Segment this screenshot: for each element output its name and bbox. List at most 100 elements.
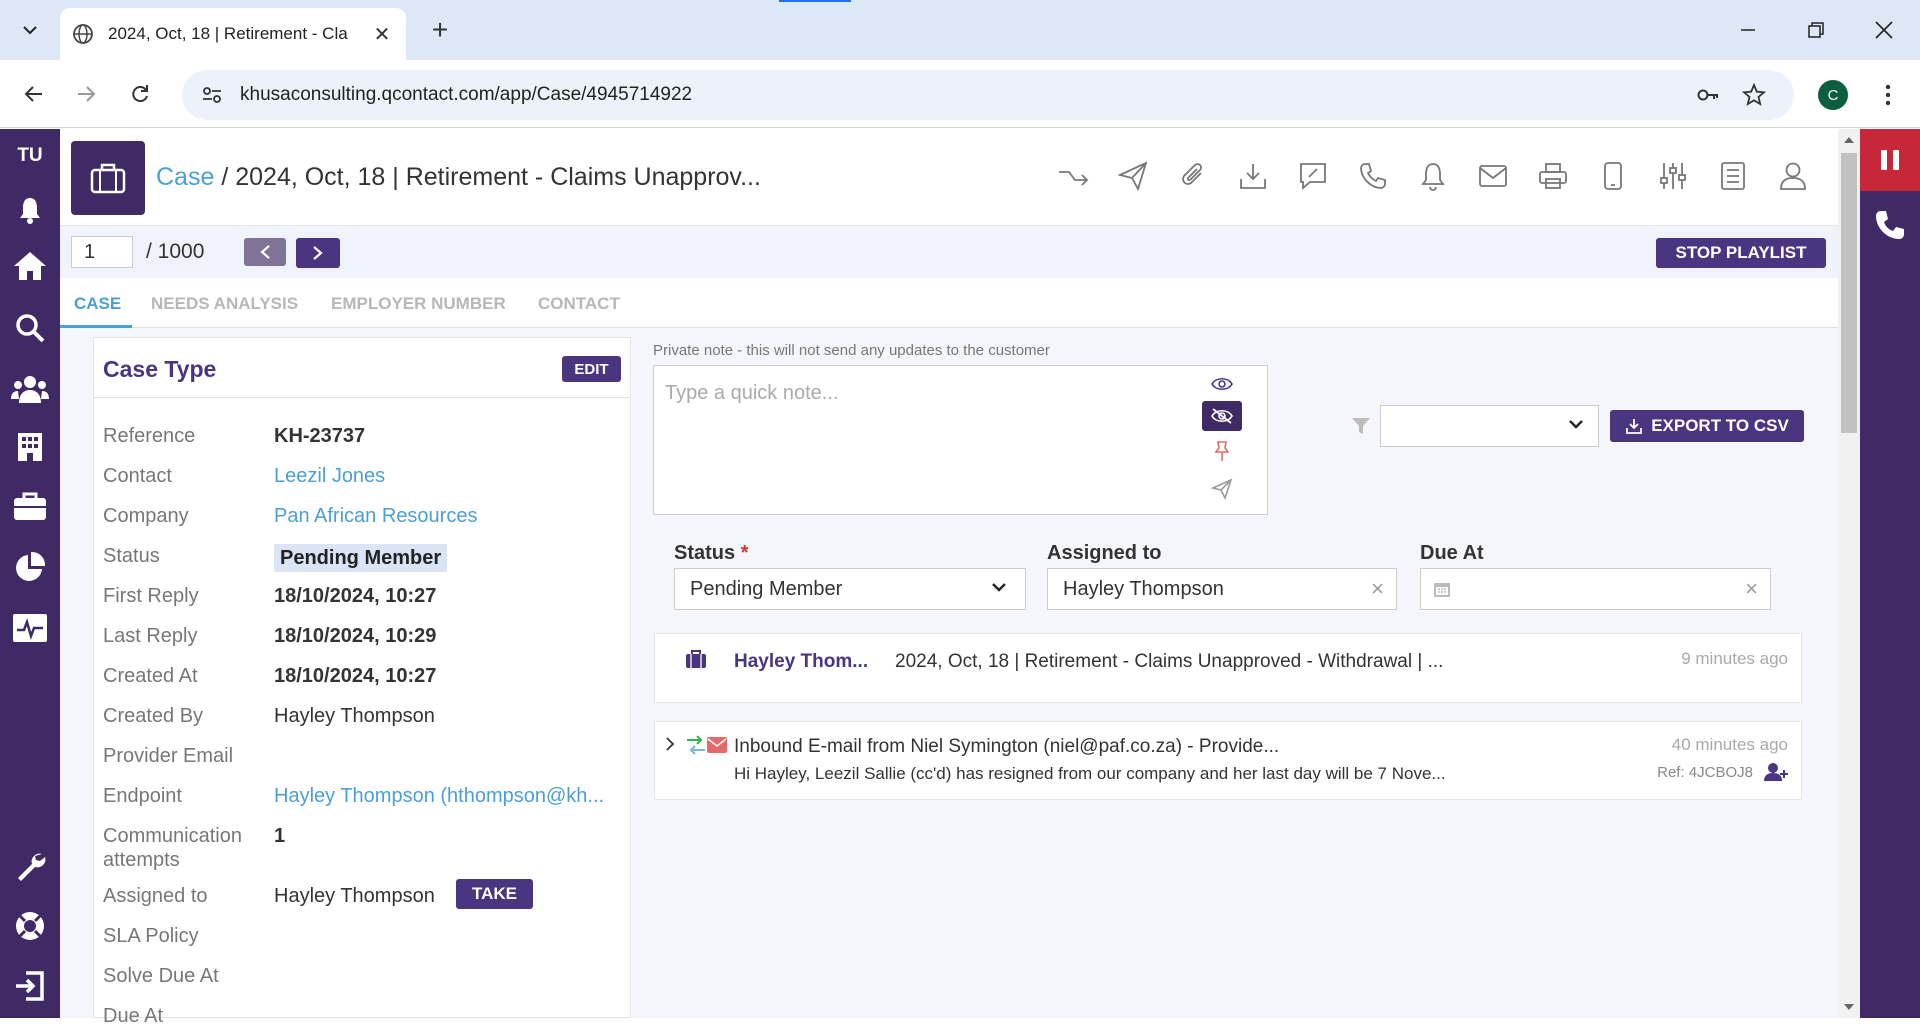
quick-note-input[interactable]: Type a quick note...: [665, 382, 838, 405]
status-badge: Pending Member: [274, 544, 448, 572]
card-title: Case Type: [103, 356, 217, 382]
endpoint-link[interactable]: Hayley Thompson (hthompson@kh...: [274, 784, 624, 808]
stop-playlist-button[interactable]: STOP PLAYLIST: [1656, 238, 1826, 268]
clear-due-at-icon[interactable]: ×: [1745, 569, 1758, 609]
sidebar-reports[interactable]: [10, 547, 50, 587]
envelope-icon: [1479, 165, 1507, 187]
playlist-position-input[interactable]: 1: [71, 236, 133, 268]
profile-avatar[interactable]: C: [1818, 80, 1848, 110]
tab-case[interactable]: CASE: [74, 294, 121, 314]
sidebar-contacts[interactable]: [10, 369, 50, 409]
sidebar-home[interactable]: [10, 246, 50, 286]
visibility-toggle[interactable]: [1202, 369, 1242, 399]
sms-button[interactable]: [1595, 158, 1631, 194]
sidebar-companies[interactable]: [10, 427, 50, 467]
call-button[interactable]: [1355, 158, 1391, 194]
activity-author[interactable]: Hayley Thom...: [734, 651, 868, 673]
field-value: KH-23737: [274, 425, 366, 447]
tab-search-button[interactable]: [14, 14, 46, 46]
company-link[interactable]: Pan African Resources: [274, 504, 624, 528]
browser-tab[interactable]: 2024, Oct, 18 | Retirement - Cla ✕: [60, 8, 406, 60]
clear-assignee-icon[interactable]: ×: [1371, 569, 1384, 609]
star-icon[interactable]: [1742, 83, 1766, 107]
sidebar-settings[interactable]: [10, 846, 50, 886]
arrow-left-icon: [24, 86, 42, 102]
send-note-button[interactable]: [1202, 474, 1242, 504]
paper-plane-icon: [1211, 478, 1233, 500]
status-select[interactable]: Pending Member: [674, 568, 1026, 610]
due-at-input[interactable]: ×: [1420, 568, 1771, 610]
breadcrumb-case-link[interactable]: Case: [156, 163, 214, 191]
reload-button[interactable]: [120, 74, 160, 114]
assign-user-icon[interactable]: [1764, 762, 1788, 782]
scroll-thumb[interactable]: [1841, 153, 1857, 433]
key-icon[interactable]: [1696, 83, 1720, 107]
chevron-down-icon: [23, 26, 37, 35]
playlist-next-button[interactable]: [296, 238, 340, 268]
tab-contact[interactable]: CONTACT: [538, 294, 620, 314]
page-title: 2024, Oct, 18 | Retirement - Claims Unap…: [235, 163, 761, 191]
sidebar-cases[interactable]: [10, 486, 50, 526]
send-button[interactable]: [1115, 158, 1151, 194]
tab-title: 2024, Oct, 18 | Retirement - Cla: [108, 24, 348, 43]
assigned-to-select[interactable]: Hayley Thompson ×: [1047, 568, 1397, 610]
sidebar-search[interactable]: [10, 308, 50, 348]
bell-outline-icon: [1421, 163, 1445, 191]
divider: [94, 397, 630, 398]
user-button[interactable]: [1775, 158, 1811, 194]
chevron-right-icon[interactable]: [665, 736, 675, 752]
take-button[interactable]: TAKE: [456, 879, 533, 909]
sidebar-logout[interactable]: [10, 966, 50, 1006]
back-button[interactable]: [14, 74, 54, 114]
sidebar-monitor[interactable]: [10, 608, 50, 648]
playlist-prev-button[interactable]: [244, 238, 286, 266]
email-subject[interactable]: Inbound E-mail from Niel Symington (niel…: [734, 736, 1334, 758]
print-button[interactable]: [1535, 158, 1571, 194]
close-tab-icon[interactable]: ✕: [370, 22, 394, 46]
due-at-label: Due At: [1420, 542, 1484, 564]
pause-button[interactable]: [1860, 129, 1920, 191]
attach-button[interactable]: [1175, 158, 1211, 194]
address-bar-row: khusaconsulting.qcontact.com/app/Case/49…: [0, 60, 1920, 128]
reminder-button[interactable]: [1415, 158, 1451, 194]
new-tab-button[interactable]: +: [424, 14, 456, 46]
sidebar-help[interactable]: [10, 906, 50, 946]
activity-item[interactable]: Inbound E-mail from Niel Symington (niel…: [654, 721, 1802, 800]
browser-menu-button[interactable]: [1876, 78, 1900, 112]
sidebar-notifications[interactable]: [10, 190, 50, 230]
comment-button[interactable]: [1295, 158, 1331, 194]
case-type-badge: [71, 141, 145, 215]
globe-icon: [73, 24, 93, 44]
quick-note-box[interactable]: Type a quick note...: [653, 365, 1268, 515]
activity-filter-select[interactable]: [1380, 405, 1599, 447]
field-label: Last Reply: [103, 625, 198, 647]
case-details-card: Case Type EDIT Reference KH-23737 Contac…: [93, 337, 631, 1027]
restore-button[interactable]: [1796, 10, 1836, 50]
forward-button[interactable]: [66, 74, 106, 114]
activity-subject: 2024, Oct, 18 | Retirement - Claims Unap…: [895, 651, 1444, 672]
tab-needs-analysis[interactable]: NEEDS ANALYSIS: [151, 294, 298, 314]
activity-item[interactable]: Hayley Thom... 2024, Oct, 18 | Retiremen…: [654, 633, 1802, 703]
adjust-button[interactable]: [1655, 158, 1691, 194]
pin-button[interactable]: [1202, 436, 1242, 466]
details-button[interactable]: [1715, 158, 1751, 194]
email-button[interactable]: [1475, 158, 1511, 194]
export-csv-button[interactable]: EXPORT TO CSV: [1610, 410, 1804, 442]
contact-link[interactable]: Leezil Jones: [274, 464, 624, 488]
minimize-button[interactable]: [1728, 10, 1768, 50]
scroll-up-arrow[interactable]: [1844, 137, 1854, 143]
close-window-button[interactable]: [1864, 10, 1904, 50]
url-omnibox[interactable]: khusaconsulting.qcontact.com/app/Case/49…: [182, 70, 1794, 120]
transfer-button[interactable]: [1055, 158, 1091, 194]
scroll-down-arrow[interactable]: [1844, 1004, 1854, 1010]
edit-button[interactable]: EDIT: [562, 356, 621, 382]
private-toggle[interactable]: [1202, 401, 1242, 431]
page-scrollbar[interactable]: [1838, 129, 1860, 1018]
tab-employer-number[interactable]: EMPLOYER NUMBER: [331, 294, 506, 314]
tab-loading-indicator: [779, 0, 851, 2]
download-button[interactable]: [1235, 158, 1271, 194]
brand-initials[interactable]: TU: [0, 145, 60, 167]
site-settings-icon[interactable]: [200, 83, 224, 107]
softphone-button[interactable]: [1860, 195, 1920, 255]
playlist-total: / 1000: [146, 240, 205, 263]
